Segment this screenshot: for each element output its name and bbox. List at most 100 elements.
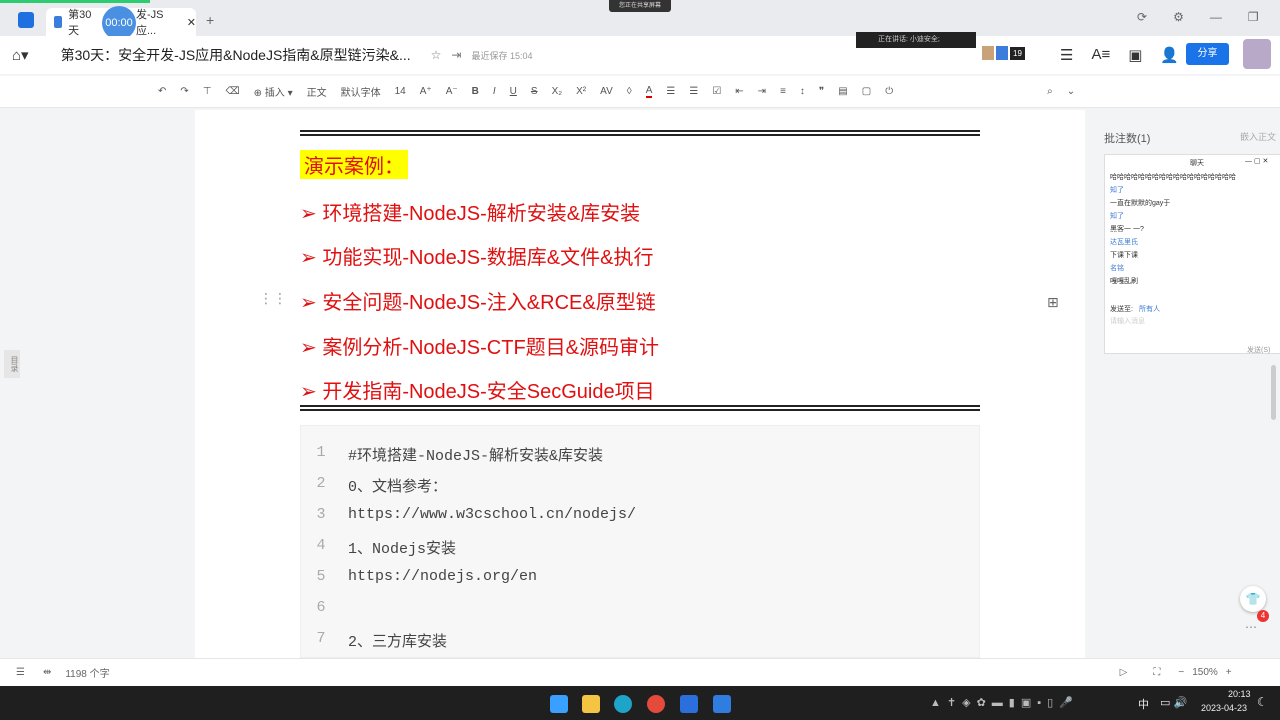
outline-icon[interactable]: ☰ [16,667,25,678]
italic-icon[interactable]: I [493,86,496,97]
start-icon[interactable] [550,695,568,713]
line-number: 3 [316,506,326,523]
present-icon[interactable]: ▣ [1128,46,1142,64]
tencent-docs-icon[interactable] [680,695,698,713]
avatar[interactable] [982,46,994,60]
divider [300,405,980,411]
settings-icon[interactable]: ⚙ [1173,10,1184,24]
decrease-font-icon[interactable]: A⁻ [446,86,458,97]
title-bar: 第30天 发-JS应... ✕ 00:00 + 您正在共享屏幕 ⟳⚙—❐✕ [0,0,1280,40]
checklist-icon[interactable]: ☑ [712,86,721,97]
code-block[interactable]: 1 #环境搭建-NodeJS-解析安装&库安装 2 0、文档参考： 3 https://w… [300,425,980,658]
code-line: #环境搭建-NodeJS-解析安装&库安装 [348,448,604,465]
code-line: 2、三方库安装 [348,634,448,651]
line-spacing-icon[interactable]: ↕ [800,86,805,97]
app-logo-icon [18,12,34,28]
collapse-icon[interactable]: ⌄ [1067,86,1075,97]
move-icon[interactable]: ⇥ [451,48,461,62]
star-icon[interactable]: ☆ [431,48,442,62]
code-line: https://www.w3cschool.cn/nodejs/ [348,506,637,523]
page-layout-icon[interactable]: ⇹ [43,667,51,678]
size-select[interactable]: 14 [395,86,406,97]
user-avatar[interactable] [1243,39,1271,69]
insert-label: 插入 [264,88,285,99]
case-item: ➢ 安全问题-NodeJS-注入&RCE&原型链 [300,292,656,314]
send-button[interactable]: 发送(S) [1247,345,1270,355]
tray-icons[interactable]: ▲✝◈✿▬▮▣▪▯🎤 [930,696,1079,709]
font-select[interactable]: 默认字体 [341,84,381,99]
clock-time[interactable]: 20:13 [1228,689,1251,699]
network-volume-icon[interactable]: ▭ 🔊 [1160,696,1187,709]
ime-indicator[interactable]: 中 [1138,696,1149,712]
play-icon[interactable]: ▷ [1120,667,1128,678]
chat-message: 嘎嘎乱刷 [1110,278,1138,285]
text-format-icon[interactable]: A≡ [1091,46,1110,64]
new-tab-button[interactable]: + [206,12,214,28]
chat-window[interactable]: 聊天 — ▢ ✕ 发送至: 所有人 请输入消息 发送(S) 哈哈哈哈哈哈哈哈哈哈… [1104,154,1280,354]
word-count[interactable]: 1198 个字 [65,665,109,680]
insert-button[interactable]: ⊕ 插入 ▾ [254,84,293,99]
insert-text-link[interactable]: 嵌入正文 [1240,130,1276,143]
divider [300,130,980,136]
clock-date[interactable]: 2023-04-23 [1201,703,1247,713]
numbered-list-icon[interactable]: ☰ [689,86,698,97]
meeting-icon[interactable] [713,695,731,713]
undo-icon[interactable]: ↶ [158,86,166,97]
notification-icon[interactable]: ☾ [1257,695,1268,709]
status-bar: ☰ ⇹ 1198 个字 ▷ ⛶ − 150% + [0,658,1280,686]
spacing-icon[interactable]: AV [600,86,613,97]
recording-timer[interactable]: 00:00 [102,6,136,40]
screen-share-indicator[interactable]: 您正在共享屏幕 [609,0,671,12]
plugin-icon[interactable]: ⏻ [885,86,893,97]
align-icon[interactable]: ≡ [780,86,786,97]
chat-message: 黑客一 一? [1110,226,1144,233]
increase-font-icon[interactable]: A⁺ [420,86,432,97]
send-to-select[interactable]: 所有人 [1139,304,1160,314]
zoom-out-button[interactable]: − [1178,667,1184,678]
block-icon[interactable]: ▤ [838,86,847,97]
feedback-button[interactable]: 👕 [1240,586,1266,612]
bullet-list-icon[interactable]: ☰ [666,86,675,97]
refresh-icon[interactable]: ⟳ [1137,10,1147,24]
fullscreen-icon[interactable]: ⛶ [1153,667,1160,678]
menu-icon[interactable]: ☰ [1060,46,1073,64]
restore-icon[interactable]: ❐ [1248,10,1259,24]
search-icon[interactable]: ⌕ [1047,86,1053,97]
close-tab-icon[interactable]: ✕ [187,16,196,29]
collaborator-count[interactable]: 19 [1010,46,1025,60]
scrollbar[interactable] [1271,365,1276,420]
chrome-icon[interactable] [647,695,665,713]
font-color-icon[interactable]: A [645,85,653,98]
user-avatar-icon[interactable] [996,46,1008,60]
share-button[interactable]: 分享 [1186,43,1229,65]
drag-handle-icon[interactable]: ⋮⋮ [259,290,287,307]
superscript-icon[interactable]: X² [576,86,586,97]
edge-icon[interactable] [614,695,632,713]
add-comment-icon[interactable]: ⊞ [1047,294,1059,311]
chat-window-controls[interactable]: — ▢ ✕ [1245,157,1268,165]
more-icon[interactable]: ⋯ [1245,620,1257,634]
collaborators-icon[interactable]: 👤 [1160,46,1179,64]
eraser-icon[interactable]: ⌫ [226,86,240,97]
outline-toggle[interactable]: 目录 [4,350,20,378]
page-icon[interactable]: ▢ [862,86,871,97]
subscript-icon[interactable]: X₂ [552,86,563,97]
zoom-level[interactable]: 150% [1192,667,1218,678]
home-icon[interactable]: ⌂▾ [12,46,29,64]
code-line: 1、Nodejs安装 [348,541,457,558]
file-explorer-icon[interactable] [582,695,600,713]
zoom-in-button[interactable]: + [1226,667,1232,678]
format-painter-icon[interactable]: ⊤ [203,86,212,97]
minimize-icon[interactable]: — [1210,10,1222,24]
strikethrough-icon[interactable]: S [531,86,538,97]
bold-icon[interactable]: B [472,86,479,97]
outdent-icon[interactable]: ⇥ [758,86,766,97]
quote-icon[interactable]: ❞ [819,86,824,97]
indent-icon[interactable]: ⇤ [735,86,743,97]
style-select[interactable]: 正文 [307,84,327,99]
highlight-icon[interactable]: ◊ [627,86,632,97]
underline-icon[interactable]: U [510,86,517,97]
doc-title[interactable]: 第30天：安全开发-JS应用&NodeJS指南&原型链污染&... [61,45,411,65]
chat-input[interactable]: 请输入消息 [1110,316,1145,326]
redo-icon[interactable]: ↷ [180,86,188,97]
